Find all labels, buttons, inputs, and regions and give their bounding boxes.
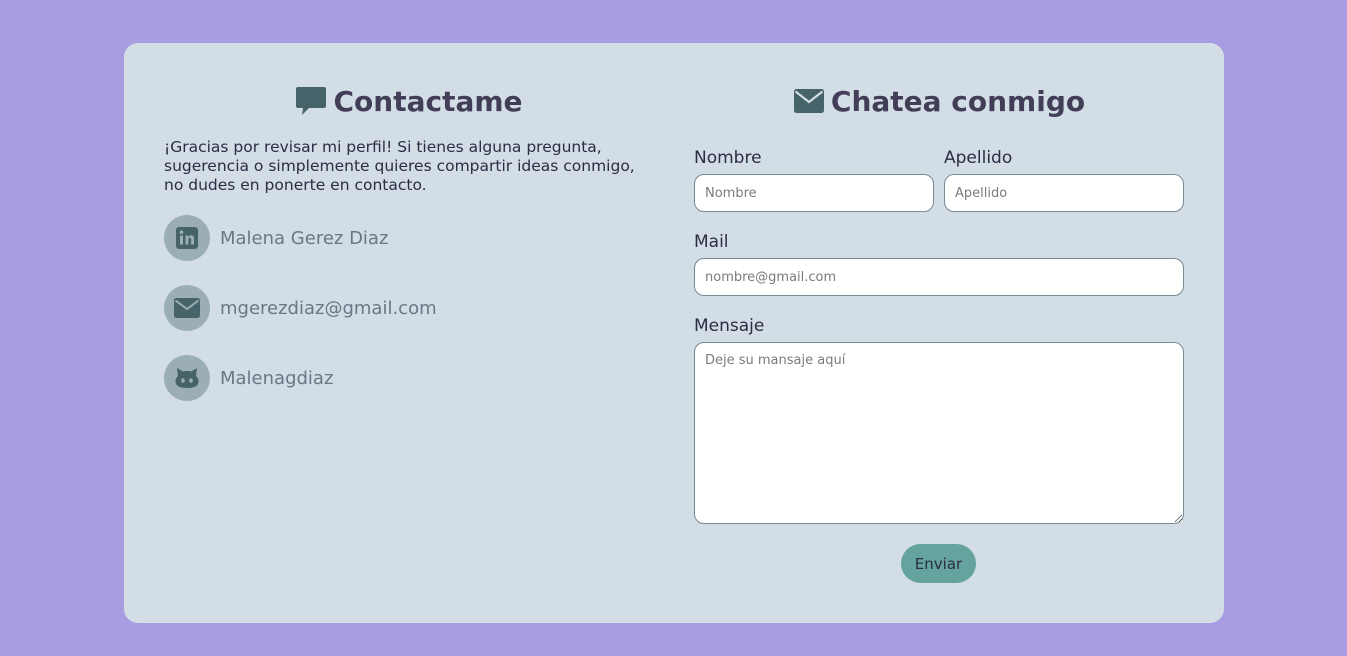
contact-card: Contactame ¡Gracias por revisar mi perfi… — [124, 43, 1224, 623]
nombre-input[interactable] — [694, 174, 934, 212]
linkedin-name: Malena Gerez Diaz — [220, 227, 389, 249]
contact-heading: Contactame — [164, 83, 654, 119]
chat-heading: Chatea conmigo — [694, 83, 1184, 119]
mensaje-textarea[interactable] — [694, 342, 1184, 524]
envelope-icon — [164, 285, 210, 331]
linkedin-link[interactable]: Malena Gerez Diaz — [164, 215, 388, 261]
mensaje-label: Mensaje — [694, 316, 765, 336]
comment-icon — [295, 85, 327, 117]
mail-label: Mail — [694, 232, 729, 252]
envelope-icon — [793, 85, 825, 117]
github-link[interactable]: Malenagdiaz — [164, 355, 333, 401]
email-link[interactable]: mgerezdiaz@gmail.com — [164, 285, 437, 331]
email-address: mgerezdiaz@gmail.com — [220, 297, 437, 319]
contact-intro-text: ¡Gracias por revisar mi perfil! Si tiene… — [164, 138, 635, 194]
chat-title: Chatea conmigo — [830, 84, 1086, 118]
contact-title: Contactame — [333, 84, 523, 118]
send-button[interactable]: Enviar — [901, 544, 976, 583]
apellido-label: Apellido — [944, 148, 1013, 168]
github-username: Malenagdiaz — [220, 367, 334, 389]
apellido-input[interactable] — [944, 174, 1184, 212]
mail-input[interactable] — [694, 258, 1184, 296]
nombre-label: Nombre — [694, 148, 762, 168]
linkedin-icon — [164, 215, 210, 261]
github-icon — [164, 355, 210, 401]
